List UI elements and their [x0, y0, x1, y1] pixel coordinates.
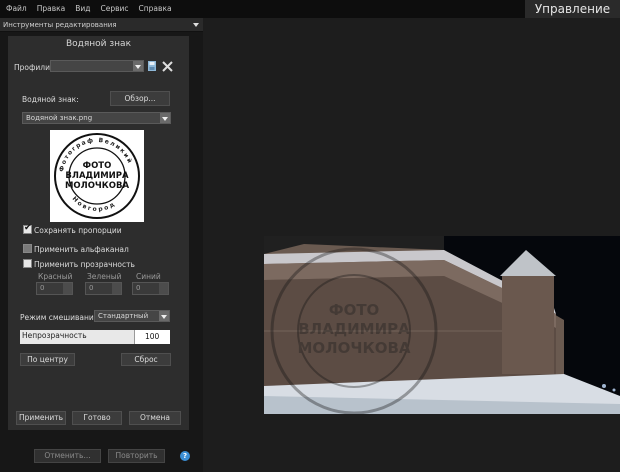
menu-file[interactable]: Файл — [6, 4, 27, 13]
menu-help[interactable]: Справка — [139, 4, 172, 13]
panel-header[interactable]: Инструменты редактирования — [0, 18, 203, 32]
watermark-label: Водяной знак: — [22, 95, 79, 104]
blend-mode-label: Режим смешивания: — [20, 313, 101, 322]
opacity-label: Непрозрачность — [22, 331, 87, 340]
delete-icon[interactable] — [162, 61, 173, 72]
cancel-button[interactable]: Отмена — [129, 411, 181, 425]
chevron-down-icon[interactable] — [193, 23, 199, 27]
apply-alpha-checkbox[interactable] — [23, 244, 32, 253]
overlay-line-2: ВЛАДИМИРА — [298, 320, 410, 338]
blue-value: 0 — [136, 284, 141, 292]
help-icon[interactable]: ? — [180, 451, 190, 461]
spinner-arrows-icon[interactable] — [159, 283, 168, 294]
browse-button[interactable]: Обзор... — [110, 91, 170, 106]
menu-view[interactable]: Вид — [75, 4, 90, 13]
spinner-arrows-icon[interactable] — [112, 283, 121, 294]
chevron-down-icon[interactable] — [133, 61, 143, 71]
main-menu: Файл Правка Вид Сервис Справка — [6, 4, 172, 13]
save-icon[interactable] — [148, 61, 156, 71]
panel-header-label: Инструменты редактирования — [3, 21, 117, 29]
undo-button[interactable]: Отменить... — [34, 449, 101, 463]
keep-proportions-label: Сохранять пропорции — [34, 226, 122, 235]
menu-bar: Файл Правка Вид Сервис Справка Управлени… — [0, 0, 620, 18]
reset-button[interactable]: Сброс — [121, 353, 171, 366]
keep-proportions-checkbox[interactable] — [23, 223, 32, 234]
stamp-line-1: ФОТО — [83, 161, 112, 171]
apply-button[interactable]: Применить — [16, 411, 66, 425]
chevron-down-icon[interactable] — [159, 311, 169, 321]
watermark-preview: Фотограф Великий Новгород ФОТО ВЛАДИМИРА… — [50, 130, 144, 222]
overlay-line-1: ФОТО — [329, 301, 380, 319]
stamp-line-3: МОЛОЧКОВА — [65, 181, 129, 191]
opacity-slider[interactable]: Непрозрачность 100 — [20, 330, 170, 344]
watermark-file-value: Водяной знак.png — [26, 114, 93, 122]
red-value: 0 — [40, 284, 45, 292]
profiles-dropdown[interactable] — [50, 60, 144, 72]
green-spinner[interactable]: 0 — [85, 282, 122, 295]
apply-transparency-checkbox[interactable] — [23, 259, 32, 268]
menu-tools[interactable]: Сервис — [101, 4, 129, 13]
redo-button[interactable]: Повторить — [108, 449, 165, 463]
center-button[interactable]: По центру — [20, 353, 75, 366]
blend-mode-value: Стандартный — [98, 312, 149, 320]
apply-alpha-label: Применить альфаканал — [34, 245, 129, 254]
red-spinner[interactable]: 0 — [36, 282, 73, 295]
watermark-file-dropdown[interactable]: Водяной знак.png — [22, 112, 171, 124]
profiles-label: Профили — [14, 63, 50, 72]
stamp-line-2: ВЛАДИМИРА — [65, 171, 129, 181]
green-label: Зеленый — [87, 272, 122, 281]
panel-title: Водяной знак — [65, 39, 132, 49]
photo-preview[interactable]: ФОТО ВЛАДИМИРА МОЛОЧКОВА — [264, 236, 620, 414]
opacity-value[interactable]: 100 — [134, 330, 170, 344]
chevron-down-icon[interactable] — [160, 113, 170, 123]
menu-edit[interactable]: Правка — [37, 4, 66, 13]
blend-mode-dropdown[interactable]: Стандартный — [94, 310, 170, 322]
spinner-arrows-icon[interactable] — [63, 283, 72, 294]
done-button[interactable]: Готово — [72, 411, 122, 425]
stamp-image: Фотограф Великий Новгород ФОТО ВЛАДИМИРА… — [54, 133, 140, 219]
manage-tab[interactable]: Управление — [525, 0, 620, 18]
apply-transparency-label: Применить прозрачность — [34, 260, 135, 269]
green-value: 0 — [89, 284, 94, 292]
blue-label: Синий — [136, 272, 161, 281]
blue-spinner[interactable]: 0 — [132, 282, 169, 295]
red-label: Красный — [38, 272, 73, 281]
overlay-line-3: МОЛОЧКОВА — [297, 339, 410, 357]
photo-image: ФОТО ВЛАДИМИРА МОЛОЧКОВА — [264, 236, 620, 414]
